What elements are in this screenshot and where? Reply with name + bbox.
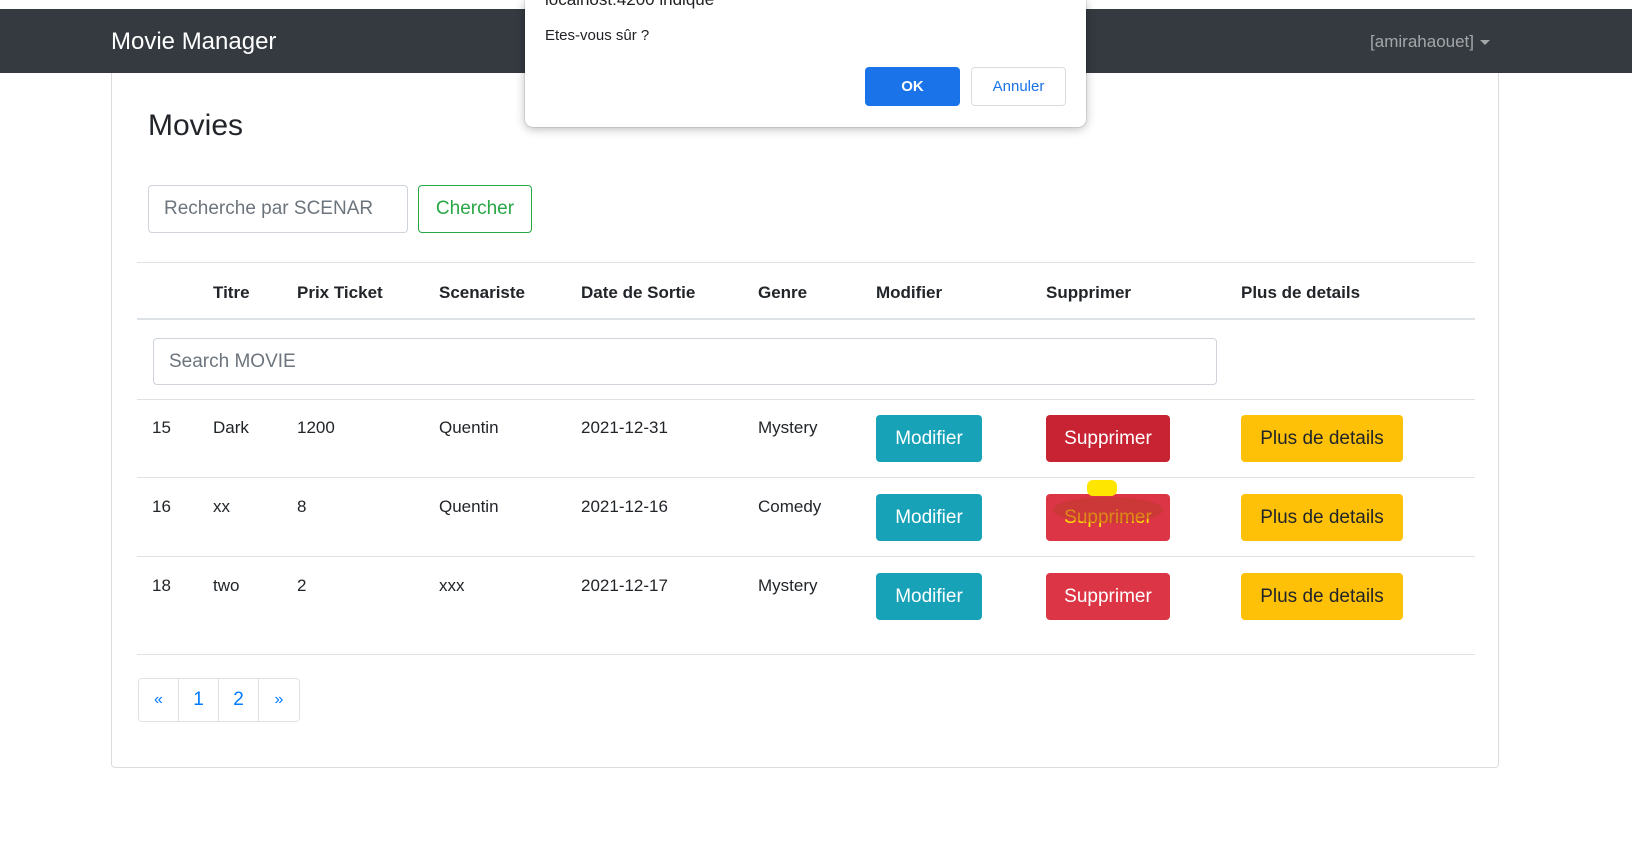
modifier-button[interactable]: Modifier [876,494,982,541]
cell-scenariste: xxx [439,576,465,595]
modifier-button[interactable]: Modifier [876,415,982,462]
supprimer-button[interactable]: Supprimer [1046,415,1170,462]
header-genre: Genre [758,283,808,302]
page-1[interactable]: 1 [179,679,219,721]
search-movie-input[interactable] [153,338,1217,385]
caret-down-icon [1480,39,1490,45]
cell-prix: 1200 [297,418,335,437]
user-menu[interactable]: [amirahaouet] [1370,31,1490,53]
header-supprimer: Supprimer [1046,283,1132,302]
search-scenar-input[interactable] [148,185,408,233]
supprimer-button[interactable]: Supprimer [1046,494,1170,541]
cell-date: 2021-12-16 [581,497,668,516]
dialog-cancel-button[interactable]: Annuler [971,67,1066,106]
page-prev[interactable]: « [139,679,179,721]
row-divider [137,399,1475,400]
header-titre: Titre [213,283,250,302]
cell-scenariste: Quentin [439,497,499,516]
cell-genre: Comedy [758,497,822,516]
header-date: Date de Sortie [581,283,696,302]
row-divider [137,477,1475,478]
details-button[interactable]: Plus de details [1241,494,1403,541]
cell-scenariste: Quentin [439,418,499,437]
modifier-button[interactable]: Modifier [876,573,982,620]
page-2[interactable]: 2 [219,679,259,721]
cell-id: 15 [152,418,171,437]
cell-prix: 8 [297,497,307,516]
table-top-divider [137,262,1475,263]
dialog-message: Etes-vous sûr ? [545,27,650,44]
header-divider [137,318,1475,320]
details-button[interactable]: Plus de details [1241,573,1403,620]
cell-prix: 2 [297,576,307,595]
details-button[interactable]: Plus de details [1241,415,1403,462]
cell-titre: Dark [213,418,249,437]
table-bottom-divider [137,654,1475,655]
header-prix: Prix Ticket [297,283,383,302]
cell-id: 16 [152,497,171,516]
dialog-ok-button[interactable]: OK [865,67,960,106]
page-next[interactable]: » [259,679,299,721]
chercher-button[interactable]: Chercher [418,185,532,233]
user-name: [amirahaouet] [1370,32,1474,51]
page-title: Movies [148,109,244,142]
cell-id: 18 [152,576,171,595]
app-brand[interactable]: Movie Manager [111,27,276,57]
cell-titre: two [213,576,240,595]
header-scenariste: Scenariste [439,283,525,302]
dialog-origin: localhost:4200 indique [545,0,714,10]
header-modifier: Modifier [876,283,943,302]
cell-date: 2021-12-31 [581,418,668,437]
pagination: « 1 2 » [138,678,300,722]
cell-titre: xx [213,497,230,516]
row-divider [137,556,1475,557]
cell-genre: Mystery [758,576,818,595]
supprimer-button[interactable]: Supprimer [1046,573,1170,620]
header-details: Plus de details [1241,283,1361,302]
cell-date: 2021-12-17 [581,576,668,595]
confirm-dialog: localhost:4200 indique Etes-vous sûr ? O… [525,0,1086,127]
cell-genre: Mystery [758,418,818,437]
